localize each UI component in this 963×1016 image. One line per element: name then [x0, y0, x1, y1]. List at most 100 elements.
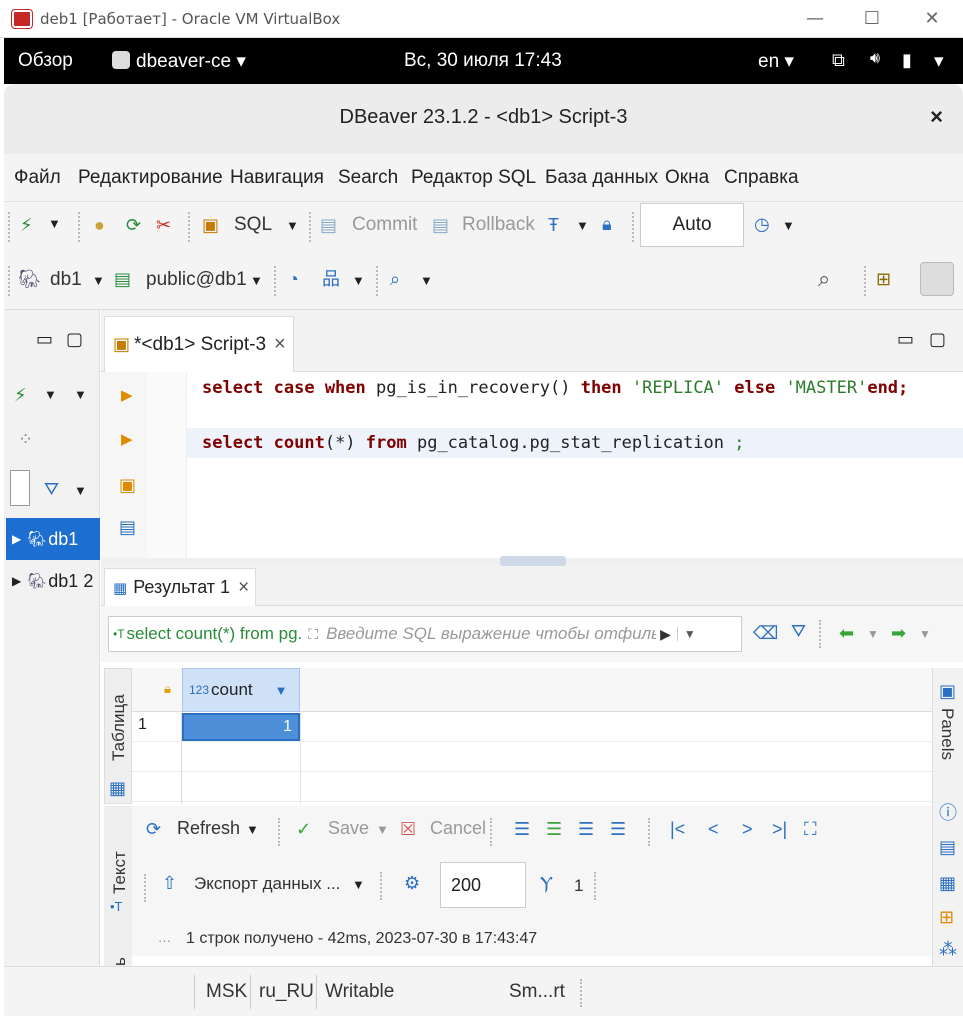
disconnect-icon[interactable]: ✂	[156, 216, 171, 234]
cancel-button[interactable]: Cancel	[430, 818, 486, 839]
chevron-down-icon[interactable]: ▼	[44, 388, 57, 401]
chevron-down-icon[interactable]: ▼	[576, 219, 589, 232]
sort-chevron-icon[interactable]: ▼	[275, 683, 288, 698]
chevron-down-icon[interactable]: ▼	[782, 219, 795, 232]
menu-windows[interactable]: Окна	[665, 167, 709, 189]
system-menu-chevron-icon[interactable]: ▾	[934, 50, 944, 73]
column-header-count[interactable]: 123 count ▼	[182, 668, 300, 712]
view-switcher-text[interactable]: Текст •T ь	[104, 806, 132, 966]
side-tab-extra[interactable]: ь	[110, 957, 130, 966]
forward-arrow-icon[interactable]: ➡	[891, 624, 906, 642]
app-menu-button[interactable]: dbeaver-ce ▾	[136, 50, 246, 73]
history-icon[interactable]: ◷	[754, 215, 770, 233]
back-arrow-icon[interactable]: ⬅	[839, 624, 854, 642]
execute-script-icon[interactable]: ▶	[121, 432, 133, 447]
filter-icon[interactable]: ⛛	[44, 480, 59, 498]
navigator-item-db1[interactable]: ▶ 🐘︎ db1	[6, 518, 100, 560]
first-page-icon[interactable]: |<	[670, 820, 685, 838]
menu-file[interactable]: Файл	[14, 167, 61, 189]
settings-gear-icon[interactable]: ⚙	[404, 874, 420, 892]
insert-mode-status[interactable]: Sm...rt	[509, 981, 565, 1003]
expand-arrow-icon[interactable]: ▶	[12, 532, 21, 546]
delete-row-icon[interactable]: ☰	[610, 820, 626, 838]
previous-page-icon[interactable]: <	[708, 820, 719, 838]
filter-input[interactable]	[10, 470, 30, 506]
add-row-icon[interactable]: ☰	[546, 820, 562, 838]
chevron-down-icon[interactable]: ▼	[74, 388, 87, 401]
search-icon[interactable]: ⌕	[390, 270, 400, 288]
edit-row-icon[interactable]: ☰	[514, 820, 530, 838]
network-icon[interactable]: ⧉	[832, 50, 845, 71]
table-cell[interactable]: 1	[182, 713, 300, 741]
eraser-icon[interactable]: ⌫	[753, 624, 778, 642]
perspective-icon[interactable]: ⊞	[876, 270, 891, 288]
chevron-down-icon[interactable]: ▼	[420, 274, 433, 287]
chevron-down-icon[interactable]: ▼	[48, 217, 61, 230]
keyboard-layout-button[interactable]: en ▾	[758, 50, 794, 73]
save-button[interactable]: Save	[328, 818, 369, 839]
locale-status[interactable]: ru_RU	[259, 981, 314, 1003]
chevron-down-icon[interactable]: ▼	[286, 219, 299, 232]
menu-search[interactable]: Search	[338, 167, 398, 189]
next-page-icon[interactable]: >	[742, 820, 753, 838]
export-button[interactable]: Экспорт данных ...	[194, 874, 340, 894]
chevron-down-icon[interactable]: ▼	[867, 628, 879, 640]
sql-editor[interactable]	[101, 372, 963, 558]
rollback-button[interactable]: Rollback	[462, 214, 535, 236]
tab-close-button[interactable]: ×	[238, 577, 249, 599]
menu-navigate[interactable]: Навигация	[230, 167, 324, 189]
more-icon[interactable]: ···	[158, 934, 171, 947]
more-panels-icon[interactable]: ⁂	[939, 940, 957, 958]
last-page-icon[interactable]: >|	[772, 820, 787, 838]
close-button[interactable]: ✕	[917, 6, 947, 32]
minimize-panel-icon[interactable]: ▭	[897, 330, 914, 348]
grid-panel-icon[interactable]: ▦	[939, 874, 956, 892]
maximize-panel-icon[interactable]: ▢	[929, 330, 946, 348]
expand-icon[interactable]: ⛶	[308, 626, 318, 643]
expand-arrow-icon[interactable]: ▶	[12, 574, 21, 588]
execute-statement-icon[interactable]: ▶	[121, 388, 133, 403]
chevron-down-icon[interactable]: ▼	[246, 823, 259, 836]
clock[interactable]: Вс, 30 июля 17:43	[404, 50, 562, 72]
tab-close-button[interactable]: ×	[274, 333, 286, 356]
value-panel-icon[interactable]: ▤	[939, 838, 956, 856]
outline-icon[interactable]: ▤	[119, 518, 136, 536]
tab-result-1[interactable]: ▦ Результат 1 ×	[104, 568, 256, 606]
connect-icon[interactable]: ●	[94, 216, 105, 234]
link-icon[interactable]: ⁘	[18, 430, 33, 448]
tab-script-3[interactable]: ▣ *<db1> Script-3 ×	[104, 316, 294, 372]
chevron-down-icon[interactable]: ▼	[250, 274, 263, 287]
navigator-item-db1-2[interactable]: ▶ 🐘︎ db1 2	[6, 562, 100, 600]
battery-icon[interactable]: ▮	[902, 50, 912, 71]
timezone-status[interactable]: MSK	[206, 981, 247, 1003]
volume-icon[interactable]: 🔊︎	[870, 50, 880, 68]
erd-icon[interactable]: 品	[322, 270, 340, 288]
lock-icon[interactable]: 🔒︎	[602, 215, 612, 233]
editor-mode-status[interactable]: Writable	[325, 981, 394, 1003]
transaction-mode-field[interactable]: Auto	[640, 203, 744, 247]
commit-button[interactable]: Commit	[352, 214, 417, 236]
global-search-icon[interactable]: ⌕	[818, 268, 830, 290]
play-icon[interactable]: ▶	[660, 626, 671, 643]
maximize-button[interactable]: ☐	[857, 6, 887, 32]
filter-icon[interactable]: ⛛	[791, 622, 806, 640]
menu-edit[interactable]: Редактирование	[78, 167, 223, 189]
max-rows-input[interactable]: 200	[440, 862, 526, 908]
chevron-down-icon[interactable]: ▼	[376, 823, 389, 836]
copy-row-icon[interactable]: ☰	[578, 820, 594, 838]
fetch-size-icon[interactable]: Ⲩ	[540, 874, 553, 892]
menu-sql-editor[interactable]: Редактор SQL	[411, 167, 536, 189]
fetch-all-icon[interactable]: ⛶	[804, 820, 817, 838]
table-view-tab[interactable]: Таблица	[109, 694, 129, 761]
text-view-tab[interactable]: Текст	[110, 851, 130, 894]
activities-button[interactable]: Обзор	[18, 50, 73, 72]
new-connection-icon[interactable]: ⚡	[14, 386, 27, 404]
refresh-icon[interactable]: ⟳	[146, 820, 161, 838]
refresh-button[interactable]: Refresh	[177, 818, 240, 839]
avatar[interactable]	[920, 262, 954, 296]
filter-input[interactable]: •T select count(*) from pg. ⛶ Введите SQ…	[108, 616, 742, 652]
transaction-mode-icon[interactable]: Ŧ	[548, 216, 559, 234]
group-icon[interactable]: ⊞	[939, 908, 954, 926]
menu-help[interactable]: Справка	[724, 167, 799, 189]
info-icon[interactable]: ⓘ	[939, 804, 957, 822]
